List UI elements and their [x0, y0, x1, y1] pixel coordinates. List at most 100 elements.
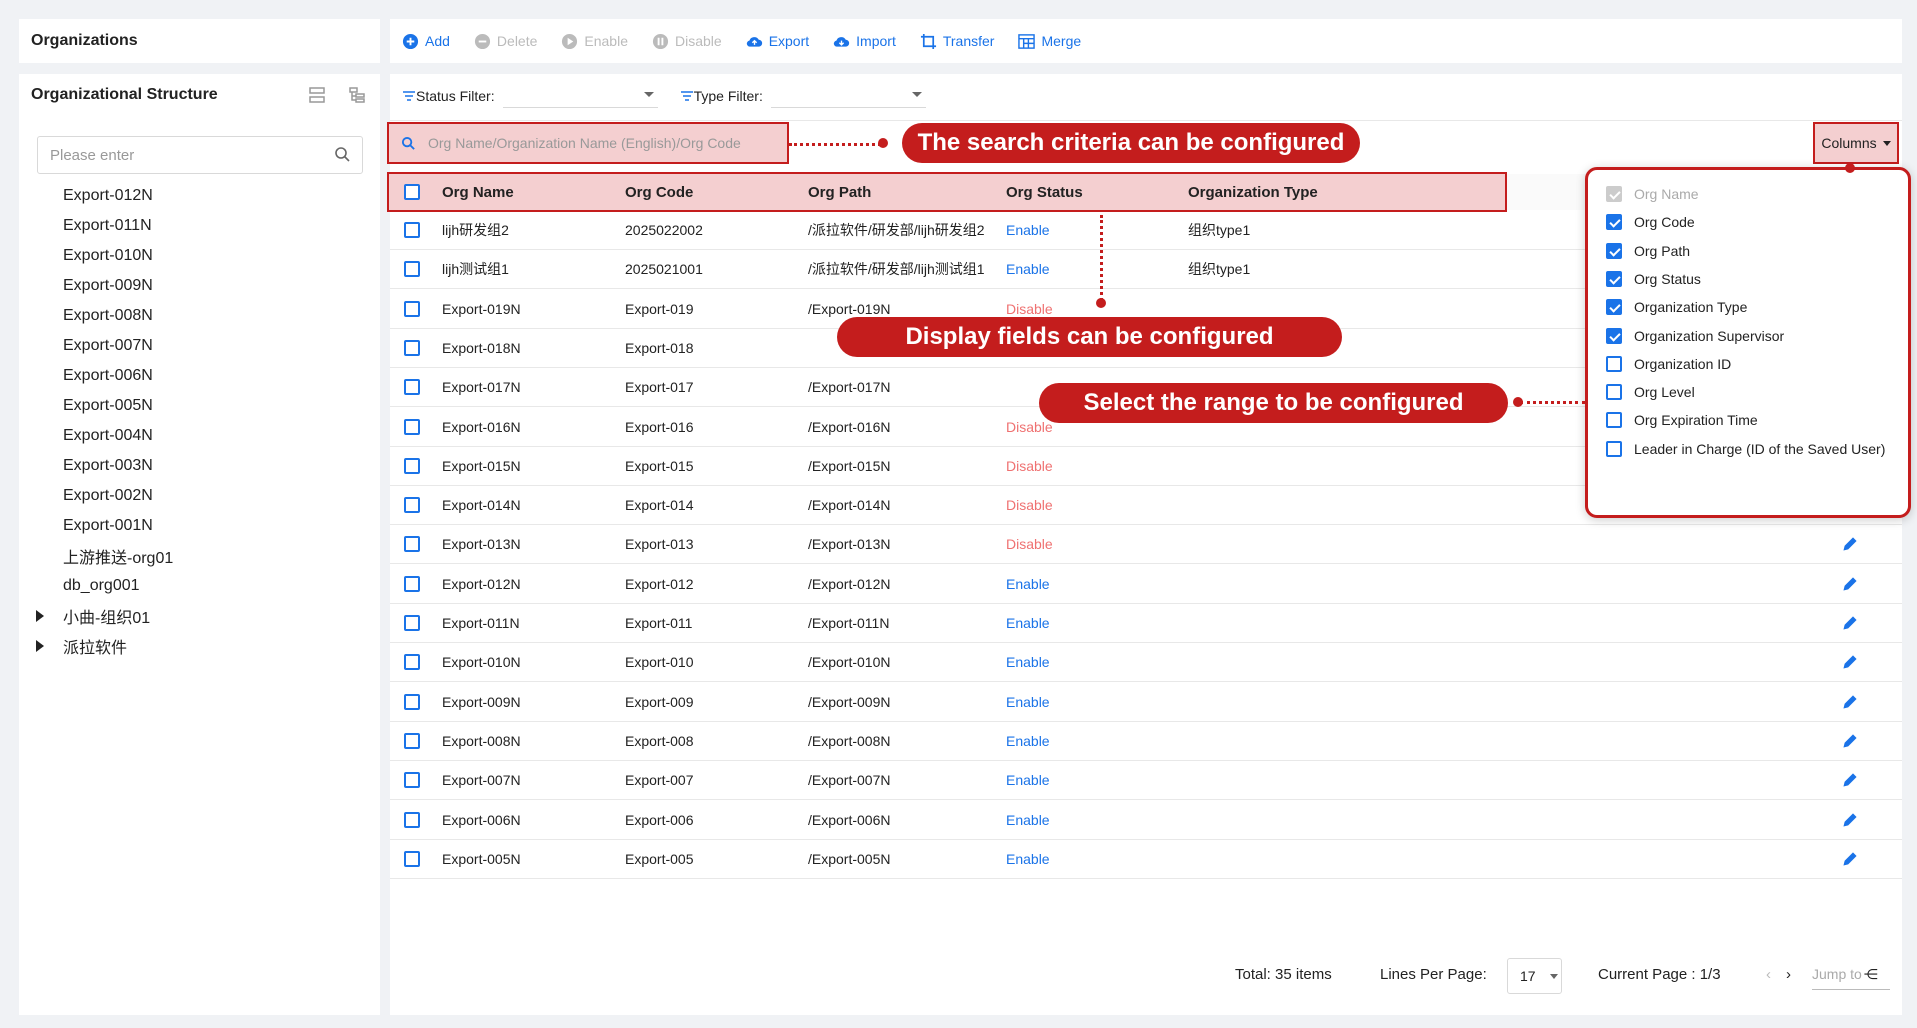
edit-icon[interactable]: [1842, 694, 1858, 710]
table-row[interactable]: Export-007N Export-007/Export-007N Enable: [390, 761, 1902, 801]
disable-button[interactable]: Disable: [652, 33, 722, 50]
row-checkbox[interactable]: [404, 222, 420, 238]
tree-item[interactable]: 小曲-组织01: [19, 601, 380, 631]
column-option[interactable]: Organization ID: [1606, 353, 1731, 375]
import-button[interactable]: Import: [833, 33, 896, 50]
column-option[interactable]: Organization Type: [1606, 296, 1747, 318]
table-row[interactable]: Export-013N Export-013/Export-013N Disable: [390, 525, 1902, 565]
col-org-name[interactable]: Org Name: [442, 174, 514, 210]
filters-bar: Status Filter: Type Filter:: [402, 84, 948, 108]
column-option-checkbox[interactable]: [1606, 214, 1622, 231]
tree-item[interactable]: Export-003N: [19, 451, 380, 481]
edit-icon[interactable]: [1842, 576, 1858, 592]
row-checkbox[interactable]: [404, 811, 420, 828]
column-option[interactable]: Leader in Charge (ID of the Saved User): [1606, 438, 1885, 460]
row-checkbox[interactable]: [404, 339, 420, 356]
row-checkbox[interactable]: [404, 732, 420, 749]
edit-icon[interactable]: [1842, 851, 1858, 867]
expand-caret-icon[interactable]: [36, 610, 44, 622]
column-option[interactable]: Org Path: [1606, 240, 1690, 262]
org-search-input[interactable]: [37, 136, 363, 174]
row-checkbox[interactable]: [404, 379, 420, 396]
transfer-button[interactable]: Transfer: [920, 33, 994, 50]
tree-item[interactable]: Export-005N: [19, 391, 380, 421]
tree-item[interactable]: Export-002N: [19, 481, 380, 511]
table-row[interactable]: Export-008N Export-008/Export-008N Enable: [390, 722, 1902, 761]
export-button[interactable]: Export: [746, 33, 809, 50]
type-filter-select[interactable]: [770, 84, 926, 108]
search-icon[interactable]: [334, 146, 350, 162]
table-search-input[interactable]: Org Name/Organization Name (English)/Org…: [387, 122, 789, 164]
add-button[interactable]: Add: [402, 33, 450, 50]
table-row[interactable]: Export-009N Export-009/Export-009N Enable: [390, 683, 1902, 722]
columns-button[interactable]: Columns: [1813, 122, 1899, 164]
jump-to-input[interactable]: Jump to ⋲: [1812, 966, 1890, 990]
table-row[interactable]: Export-011N Export-011/Export-011N Enable: [390, 604, 1902, 643]
edit-icon[interactable]: [1842, 615, 1858, 631]
row-checkbox[interactable]: [404, 850, 420, 867]
delete-button[interactable]: Delete: [474, 33, 537, 50]
expand-caret-icon[interactable]: [36, 640, 44, 652]
edit-icon[interactable]: [1842, 536, 1858, 552]
column-option[interactable]: Org Level: [1606, 381, 1695, 403]
col-org-type[interactable]: Organization Type: [1188, 174, 1318, 210]
table-row[interactable]: Export-010N Export-010/Export-010N Enable: [390, 643, 1902, 683]
row-checkbox[interactable]: [404, 418, 420, 435]
row-checkbox[interactable]: [404, 457, 420, 474]
tree-item[interactable]: db_org001: [19, 571, 380, 601]
tree-item[interactable]: Export-008N: [19, 301, 380, 331]
columns-label: Columns: [1821, 135, 1877, 151]
table-row[interactable]: Export-012N Export-012/Export-012N Enable: [390, 565, 1902, 604]
row-checkbox[interactable]: [404, 575, 420, 592]
table-row[interactable]: Export-006N Export-006/Export-006N Enable: [390, 801, 1902, 840]
tree-item[interactable]: 派拉软件: [19, 631, 380, 661]
row-checkbox[interactable]: [404, 536, 420, 553]
status-filter-select[interactable]: [502, 84, 658, 108]
col-org-code[interactable]: Org Code: [625, 174, 693, 210]
edit-icon[interactable]: [1842, 733, 1858, 749]
row-checkbox[interactable]: [404, 772, 420, 789]
edit-icon[interactable]: [1842, 772, 1858, 788]
edit-icon[interactable]: [1842, 654, 1858, 670]
column-option-checkbox[interactable]: [1606, 242, 1622, 259]
column-option[interactable]: Org Status: [1606, 268, 1701, 290]
expand-all-icon[interactable]: [348, 86, 366, 104]
row-checkbox[interactable]: [404, 261, 420, 278]
row-checkbox[interactable]: [404, 615, 420, 631]
col-org-status[interactable]: Org Status: [1006, 174, 1083, 210]
column-option[interactable]: Org Expiration Time: [1606, 409, 1758, 431]
col-org-path[interactable]: Org Path: [808, 174, 871, 210]
column-option-checkbox[interactable]: [1606, 440, 1622, 457]
next-page-icon[interactable]: ›: [1786, 966, 1791, 983]
row-checkbox[interactable]: [404, 693, 420, 710]
select-all-checkbox[interactable]: [404, 184, 420, 200]
edit-icon[interactable]: [1842, 812, 1858, 828]
prev-page-icon[interactable]: ‹: [1766, 966, 1771, 983]
row-checkbox[interactable]: [404, 300, 420, 317]
column-option-checkbox[interactable]: [1606, 355, 1622, 372]
lines-per-page-select[interactable]: 17: [1507, 958, 1562, 994]
column-option[interactable]: Organization Supervisor: [1606, 325, 1784, 347]
tree-item[interactable]: Export-009N: [19, 271, 380, 301]
tree-item[interactable]: Export-006N: [19, 361, 380, 391]
column-option-label: Leader in Charge (ID of the Saved User): [1634, 440, 1886, 457]
column-option-checkbox[interactable]: [1606, 270, 1622, 287]
tree-item[interactable]: Export-012N: [19, 181, 380, 211]
tree-item[interactable]: Export-011N: [19, 211, 380, 241]
column-option[interactable]: Org Code: [1606, 211, 1695, 233]
tree-item[interactable]: Export-010N: [19, 241, 380, 271]
column-option-checkbox[interactable]: [1606, 299, 1622, 316]
row-checkbox[interactable]: [404, 497, 420, 514]
tree-item[interactable]: 上游推送-org01: [19, 541, 380, 571]
table-row[interactable]: Export-005N Export-005/Export-005N Enable: [390, 840, 1902, 879]
column-option-checkbox[interactable]: [1606, 384, 1622, 401]
tree-item[interactable]: Export-004N: [19, 421, 380, 451]
enable-button[interactable]: Enable: [561, 33, 628, 50]
column-option-checkbox[interactable]: [1606, 327, 1622, 344]
column-option-checkbox[interactable]: [1606, 412, 1622, 429]
merge-button[interactable]: Merge: [1018, 33, 1081, 50]
tree-item[interactable]: Export-007N: [19, 331, 380, 361]
collapse-all-icon[interactable]: [308, 86, 326, 104]
tree-item[interactable]: Export-001N: [19, 511, 380, 541]
row-checkbox[interactable]: [404, 654, 420, 671]
